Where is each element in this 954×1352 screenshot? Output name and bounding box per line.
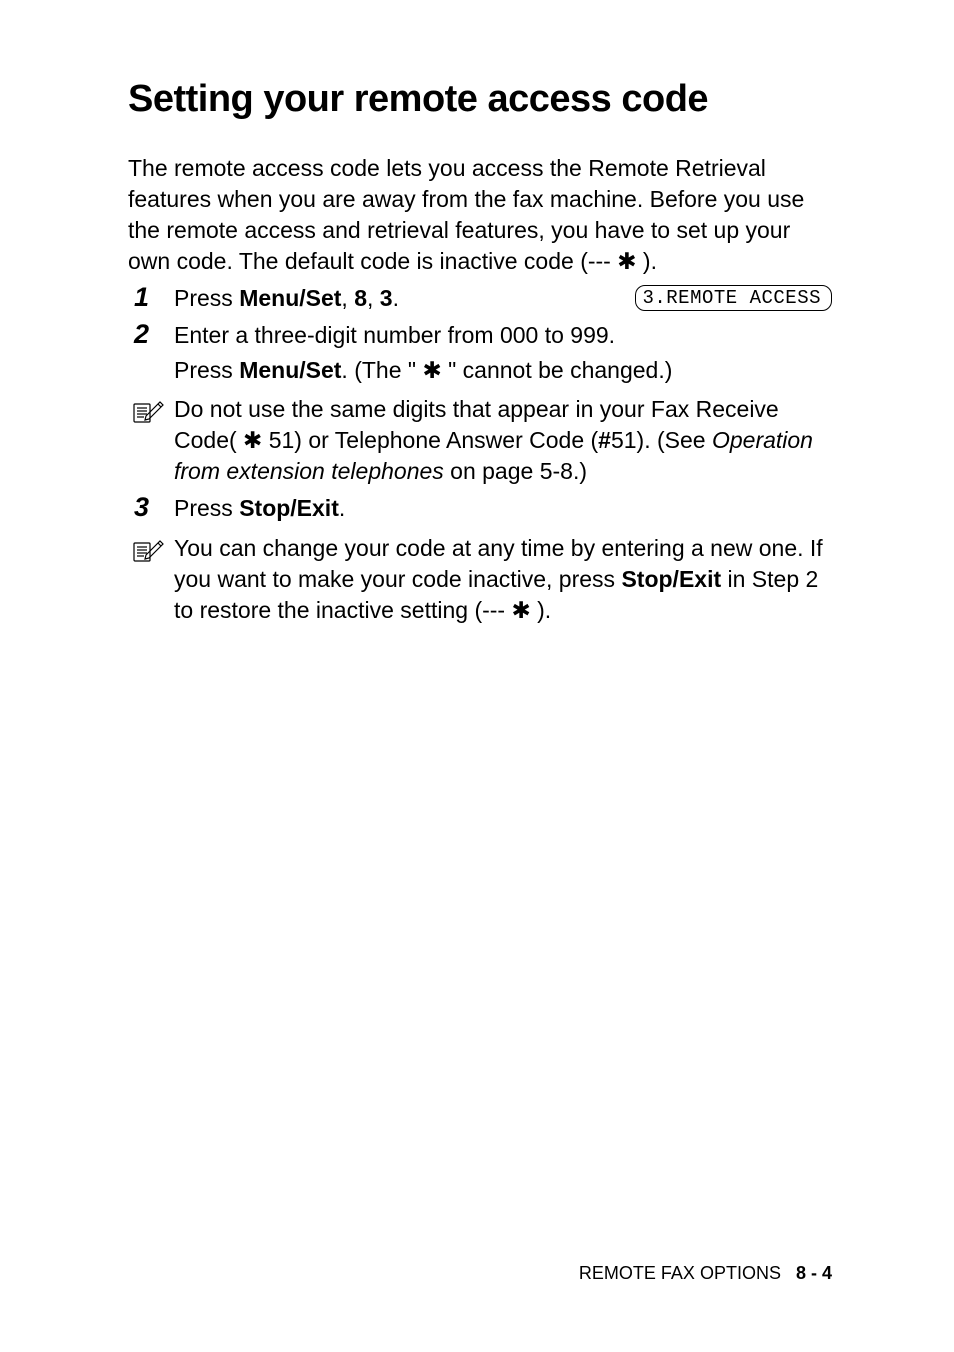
- step-number: 1: [128, 283, 174, 313]
- star-symbol: ✱: [617, 248, 636, 274]
- note-body: You can change your code at any time by …: [174, 533, 832, 626]
- note-icon: [128, 533, 174, 570]
- note1-t3: 51). (See: [611, 427, 712, 453]
- step-3: 3 Press Stop/Exit.: [128, 493, 832, 524]
- key-8: 8: [354, 285, 367, 311]
- menu-set-label: Menu/Set: [239, 285, 341, 311]
- step-body: Press Stop/Exit.: [174, 493, 832, 524]
- note2-t3: ).: [531, 597, 551, 623]
- page-title: Setting your remote access code: [128, 78, 832, 121]
- step-2: 2 Enter a three-digit number from 000 to…: [128, 320, 832, 386]
- note-2: You can change your code at any time by …: [128, 533, 832, 626]
- star-symbol: ✱: [422, 357, 441, 383]
- key-3: 3: [380, 285, 393, 311]
- note-1: Do not use the same digits that appear i…: [128, 394, 832, 487]
- step-body: Enter a three-digit number from 000 to 9…: [174, 320, 832, 386]
- note-body: Do not use the same digits that appear i…: [174, 394, 832, 487]
- intro-text-end: ).: [637, 248, 657, 274]
- step-body: Press Menu/Set, 8, 3.: [174, 283, 635, 314]
- note1-t4: on page 5-8.): [444, 458, 587, 484]
- step-1: 1 Press Menu/Set, 8, 3. 3.REMOTE ACCESS: [128, 283, 832, 314]
- intro-paragraph: The remote access code lets you access t…: [128, 153, 832, 277]
- step1-end: .: [393, 285, 399, 311]
- step2-mid: . (The ": [341, 357, 422, 383]
- step2-pre: Press: [174, 357, 239, 383]
- menu-set-label: Menu/Set: [239, 357, 341, 383]
- step3-end: .: [339, 495, 345, 521]
- page-footer: REMOTE FAX OPTIONS 8 - 4: [579, 1263, 832, 1284]
- star-symbol: ✱: [243, 427, 262, 453]
- page-number: 8 - 4: [796, 1263, 832, 1283]
- step1-sep2: ,: [367, 285, 380, 311]
- step2-end: " cannot be changed.): [442, 357, 673, 383]
- stop-exit-label: Stop/Exit: [239, 495, 339, 521]
- step-number: 2: [128, 320, 174, 350]
- step2-line2: Press Menu/Set. (The " ✱ " cannot be cha…: [174, 355, 832, 386]
- step3-pre: Press: [174, 495, 239, 521]
- step-number: 3: [128, 493, 174, 523]
- step1-pre: Press: [174, 285, 239, 311]
- footer-section: REMOTE FAX OPTIONS: [579, 1263, 781, 1283]
- note1-t2: 51) or Telephone Answer Code (: [262, 427, 598, 453]
- star-symbol: ✱: [511, 597, 530, 623]
- intro-text: The remote access code lets you access t…: [128, 155, 804, 274]
- step1-sep1: ,: [341, 285, 354, 311]
- stop-exit-label: Stop/Exit: [621, 566, 721, 592]
- note-icon: [128, 394, 174, 431]
- step2-line1: Enter a three-digit number from 000 to 9…: [174, 320, 832, 351]
- lcd-display: 3.REMOTE ACCESS: [635, 285, 832, 311]
- hash-symbol: #: [598, 427, 611, 453]
